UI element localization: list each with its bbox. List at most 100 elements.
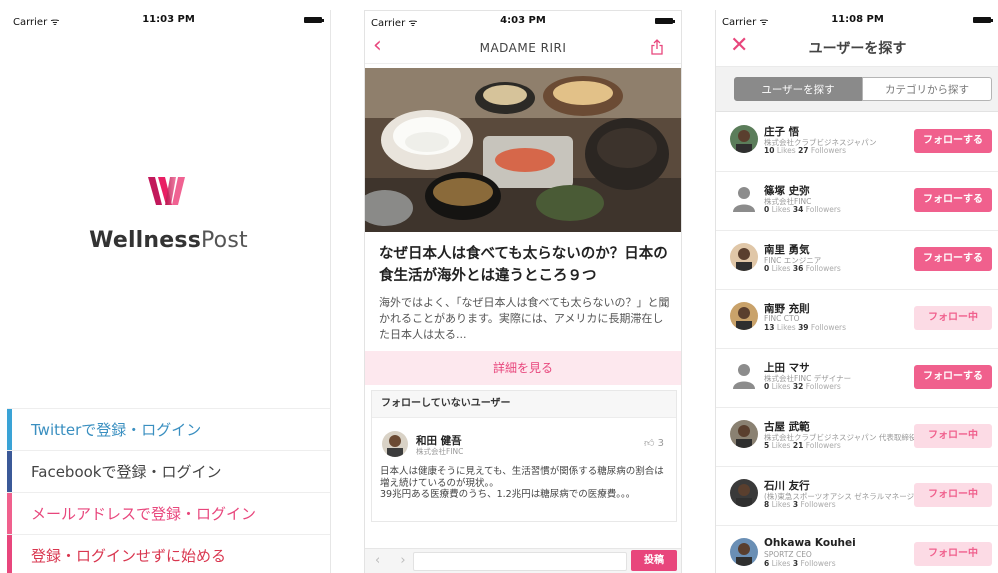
navigation-bar: ‹ MADAME RIRI: [365, 31, 681, 64]
avatar[interactable]: [730, 538, 758, 566]
email-login-button[interactable]: メールアドレスで登録・ログイン: [7, 492, 330, 534]
twitter-color-bar: [7, 409, 12, 450]
navigation-bar: ✕ ユーザーを探す: [716, 30, 998, 67]
likes-count: 10: [764, 146, 775, 155]
likes-label: Likes: [771, 264, 791, 273]
user-company: SPORTZ CEO: [764, 550, 812, 559]
wellnesspost-logo-icon: [148, 177, 185, 205]
likes-label: Likes: [776, 323, 796, 332]
likes-count: 8: [764, 500, 770, 509]
avatar[interactable]: [730, 243, 758, 271]
avatar[interactable]: [730, 479, 758, 507]
user-stats: 8 Likes 3 Followers: [764, 500, 836, 509]
twitter-login-label: Twitterで登録・ログイン: [31, 421, 202, 439]
user-company: 株式会社FINC: [416, 447, 464, 456]
user-stats: 5 Likes 21 Followers: [764, 441, 841, 450]
user-name[interactable]: Ohkawa Kouhei: [764, 537, 856, 549]
app-logo-text: WellnessPost: [7, 228, 330, 253]
user-post-text: 日本人は健康そうに見えても、生活習慣が関係する糖尿病の割合は増え続けているのが現…: [380, 466, 664, 500]
like-count[interactable]: 👍︎ 3: [644, 437, 664, 449]
status-bar: Carrier ᯤ 11:08 PM: [716, 10, 998, 30]
list-item[interactable]: 南里 勇気 FINC エンジニア 0 Likes 36 Followers フォローす…: [716, 230, 998, 290]
followers-label: Followers: [800, 559, 836, 568]
share-icon[interactable]: [651, 39, 663, 55]
prev-next-arrows-icon[interactable]: ‹ ›: [375, 553, 414, 568]
likes-count: 5: [764, 441, 770, 450]
guest-start-button[interactable]: 登録・ログインせずに始める: [7, 534, 330, 573]
guest-color-bar: [7, 535, 12, 573]
email-login-label: メールアドレスで登録・ログイン: [31, 505, 257, 523]
follow-button[interactable]: フォローする: [914, 365, 992, 389]
followers-count: 34: [792, 205, 804, 214]
user-stats: 13 Likes 39 Followers: [764, 323, 846, 332]
list-item[interactable]: 南野 充則 FINC CTO 13 Likes 39 Followers フォロー中: [716, 289, 998, 349]
article-excerpt: 海外ではよく、「なぜ日本人は食べても太らないの？」と聞かれることがあります。実際…: [379, 296, 670, 341]
find-users-screen: Carrier ᯤ 11:08 PM ✕ ユーザーを探す ユーザーを探す カテゴ…: [715, 10, 998, 573]
followers-count: 27: [798, 146, 809, 155]
likes-label: Likes: [771, 559, 791, 568]
avatar[interactable]: [382, 431, 408, 457]
comment-input[interactable]: [413, 552, 627, 571]
clock: 11:03 PM: [142, 14, 195, 25]
comment-bar: ‹ › 投稿: [365, 548, 681, 573]
following-button[interactable]: フォロー中: [914, 306, 992, 330]
default-user-icon[interactable]: [730, 361, 758, 389]
list-item[interactable]: 石川 友行 (株)東急スポーツオアシス ゼネラルマネージャー 8 Likes 3 F…: [716, 466, 998, 526]
likes-count: 6: [764, 559, 770, 568]
list-item[interactable]: 古屋 武範 株式会社クラブビジネスジャパン 代表取締役社長 5 Likes 21 F…: [716, 407, 998, 467]
status-bar: Carrier ᯤ 11:03 PM: [7, 10, 330, 30]
followers-count: 39: [798, 323, 809, 332]
following-button[interactable]: フォロー中: [914, 424, 992, 448]
login-screen: Carrier ᯤ 11:03 PM WellnessPost Twitterで…: [7, 10, 331, 573]
following-button[interactable]: フォロー中: [914, 542, 992, 566]
segmented-control: ユーザーを探す カテゴリから探す: [716, 67, 998, 112]
likes-count: 0: [764, 205, 770, 214]
followers-label: Followers: [805, 205, 841, 214]
default-user-icon[interactable]: [730, 184, 758, 212]
list-item[interactable]: Ohkawa Kouhei SPORTZ CEO 6 Likes 3 Followe…: [716, 525, 998, 573]
follow-button[interactable]: フォローする: [914, 129, 992, 153]
following-button[interactable]: フォロー中: [914, 483, 992, 507]
likes-label: Likes: [771, 441, 791, 450]
read-more-button[interactable]: 詳細を見る: [365, 351, 681, 385]
likes-label: Likes: [776, 146, 796, 155]
followers-count: 36: [792, 264, 804, 273]
like-count-value: 3: [657, 438, 664, 449]
avatar[interactable]: [730, 302, 758, 330]
list-item[interactable]: 篠塚 史弥 株式会社FINC 0 Likes 34 Followers フォローする: [716, 171, 998, 231]
clock: 11:08 PM: [831, 14, 884, 25]
status-bar: Carrier ᯤ 4:03 PM: [365, 11, 681, 31]
list-item[interactable]: 庄子 悟株式会社クラブビジネスジャパン 10 Likes 27 Followers…: [716, 112, 998, 172]
follow-button[interactable]: フォローする: [914, 247, 992, 271]
guest-start-label: 登録・ログインせずに始める: [31, 547, 227, 565]
email-color-bar: [7, 493, 12, 534]
followers-count: 3: [792, 559, 799, 568]
list-item[interactable]: 上田 マサ 株式会社FINC デザイナー 0 Likes 32 Followers フ…: [716, 348, 998, 408]
facebook-login-button[interactable]: Facebookで登録・ログイン: [7, 450, 330, 492]
article-title[interactable]: なぜ日本人は食べても太らないのか？日本の食生活が海外とは違うところ９つ: [379, 243, 671, 287]
logo-thin: Post: [201, 228, 248, 253]
article-screen: Carrier ᯤ 4:03 PM ‹ MADAME RIRI なぜ日本人は食べ…: [364, 10, 682, 573]
likes-label: Likes: [771, 205, 791, 214]
article-hero-image: [365, 68, 681, 232]
thumbs-up-icon: 👍︎: [643, 438, 655, 449]
followers-count: 21: [792, 441, 804, 450]
battery-icon: [655, 18, 675, 24]
avatar[interactable]: [730, 420, 758, 448]
tab-find-users[interactable]: ユーザーを探す: [734, 77, 862, 101]
followers-label: Followers: [805, 382, 841, 391]
unfollowed-users-card: フォローしていないユーザー 和田 健吾 株式会社FINC 👍︎ 3 日本人は健康…: [371, 390, 677, 522]
follow-button[interactable]: フォローする: [914, 188, 992, 212]
followers-label: Followers: [805, 264, 841, 273]
twitter-login-button[interactable]: Twitterで登録・ログイン: [7, 408, 330, 450]
page-title: MADAME RIRI: [479, 41, 567, 55]
tab-by-category[interactable]: カテゴリから探す: [862, 77, 992, 101]
followers-label: Followers: [810, 146, 847, 155]
likes-label: Likes: [771, 382, 791, 391]
unfollowed-users-header: フォローしていないユーザー: [372, 391, 676, 418]
post-button[interactable]: 投稿: [631, 550, 677, 571]
facebook-login-label: Facebookで登録・ログイン: [31, 463, 222, 481]
likes-label: Likes: [771, 500, 791, 509]
avatar[interactable]: [730, 125, 758, 153]
followers-count: 32: [792, 382, 804, 391]
